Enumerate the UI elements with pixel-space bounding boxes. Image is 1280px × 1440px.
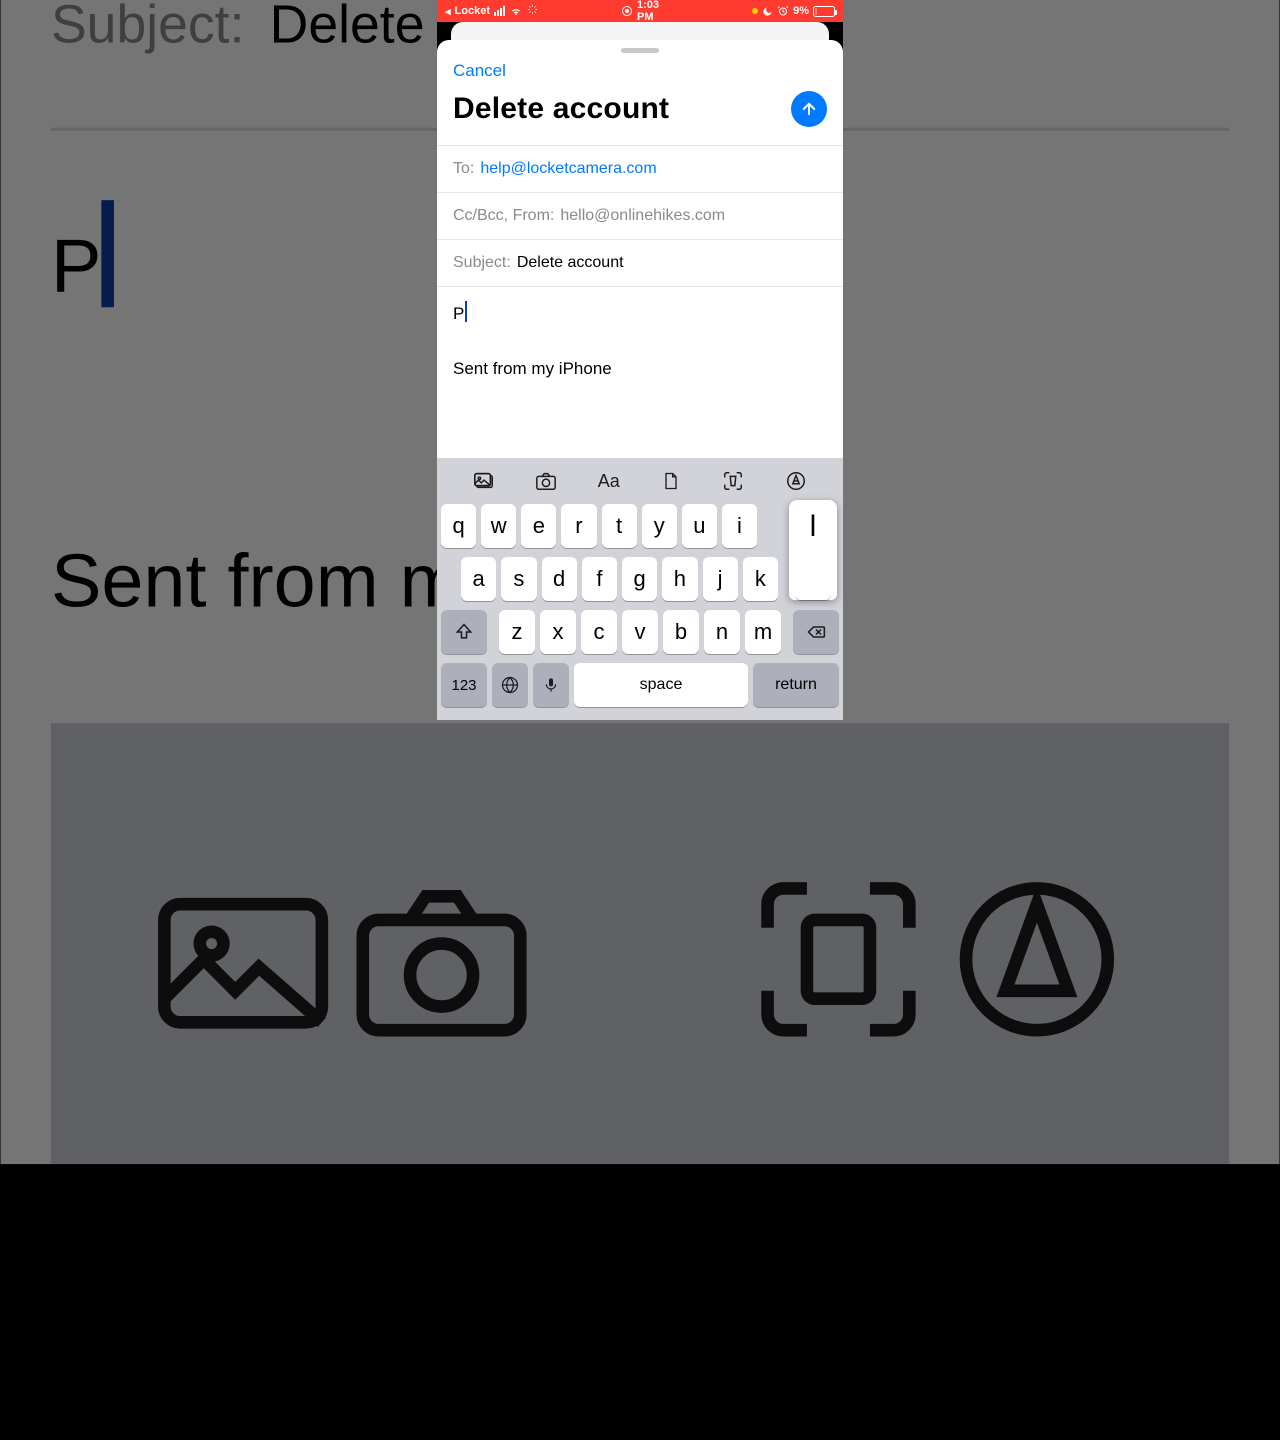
do-not-disturb-icon bbox=[762, 6, 773, 17]
compose-sheet: Cancel Delete account To: help@locketcam… bbox=[437, 40, 843, 720]
cc-label: Cc/Bcc, From: bbox=[453, 207, 554, 225]
key-w[interactable]: w bbox=[481, 504, 516, 548]
key-d[interactable]: d bbox=[542, 557, 577, 601]
backspace-icon bbox=[805, 622, 827, 642]
globe-icon bbox=[500, 675, 520, 695]
key-x[interactable]: x bbox=[540, 610, 576, 654]
privacy-indicator-icon bbox=[752, 8, 758, 14]
subject-value[interactable]: Delete account bbox=[517, 254, 624, 272]
key-r[interactable]: r bbox=[561, 504, 596, 548]
phone-frame: ◂ Locket 1:03 PM bbox=[437, 0, 843, 720]
photos-icon[interactable] bbox=[471, 470, 497, 492]
text-format-icon[interactable]: Aa bbox=[596, 470, 622, 492]
keyboard: Aa qwertyui asdfghjk zxcvbnm bbox=[437, 458, 843, 720]
key-popup-letter: l bbox=[810, 500, 817, 562]
microphone-icon bbox=[543, 675, 559, 695]
key-s[interactable]: s bbox=[501, 557, 536, 601]
scan-icon bbox=[743, 865, 932, 1023]
key-k[interactable]: k bbox=[743, 557, 778, 601]
key-n[interactable]: n bbox=[704, 610, 740, 654]
key-h[interactable]: h bbox=[662, 557, 697, 601]
to-field[interactable]: To: help@locketcamera.com bbox=[437, 145, 843, 192]
text-cursor bbox=[465, 301, 467, 322]
send-button[interactable] bbox=[791, 91, 827, 127]
status-bar: ◂ Locket 1:03 PM bbox=[437, 0, 843, 22]
cc-bcc-from-field[interactable]: Cc/Bcc, From: hello@onlinehikes.com bbox=[437, 192, 843, 239]
globe-key[interactable] bbox=[492, 663, 528, 707]
cancel-button[interactable]: Cancel bbox=[453, 61, 506, 81]
key-press-popup: l bbox=[789, 500, 837, 600]
key-g[interactable]: g bbox=[622, 557, 657, 601]
keyboard-toolbar: Aa bbox=[441, 464, 839, 504]
key-t[interactable]: t bbox=[602, 504, 637, 548]
body-text: P bbox=[453, 304, 464, 323]
network-activity-icon bbox=[527, 4, 538, 18]
camera-icon bbox=[348, 865, 537, 1023]
from-value: hello@onlinehikes.com bbox=[560, 207, 725, 225]
markup-icon[interactable] bbox=[783, 470, 809, 492]
battery-icon bbox=[813, 6, 835, 17]
wifi-icon bbox=[509, 6, 523, 17]
key-u[interactable]: u bbox=[682, 504, 717, 548]
camera-icon[interactable] bbox=[533, 470, 559, 492]
key-m[interactable]: m bbox=[745, 610, 781, 654]
screen-recording-icon bbox=[621, 5, 633, 17]
background-card-peek bbox=[437, 22, 843, 36]
photos-icon bbox=[150, 865, 339, 1023]
battery-percent: 9% bbox=[793, 5, 809, 17]
markup-icon bbox=[941, 865, 1130, 1023]
to-label: To: bbox=[453, 160, 474, 178]
subject-label: Subject: bbox=[453, 254, 511, 272]
key-e[interactable]: e bbox=[521, 504, 556, 548]
shift-key[interactable] bbox=[441, 610, 487, 654]
compose-title: Delete account bbox=[453, 92, 669, 126]
message-body[interactable]: P Sent from my iPhone bbox=[437, 287, 843, 458]
clock-time: 1:03 PM bbox=[637, 0, 659, 23]
numbers-key[interactable]: 123 bbox=[441, 663, 487, 707]
key-v[interactable]: v bbox=[622, 610, 658, 654]
dictation-key[interactable] bbox=[533, 663, 569, 707]
return-key[interactable]: return bbox=[753, 663, 839, 707]
key-y[interactable]: y bbox=[642, 504, 677, 548]
document-icon[interactable] bbox=[658, 470, 684, 492]
space-key[interactable]: space bbox=[574, 663, 748, 707]
signature-text: Sent from my iPhone bbox=[453, 357, 827, 382]
key-i[interactable]: i bbox=[722, 504, 757, 548]
key-a[interactable]: a bbox=[461, 557, 496, 601]
key-f[interactable]: f bbox=[582, 557, 617, 601]
alarm-icon bbox=[777, 5, 789, 17]
key-j[interactable]: j bbox=[703, 557, 738, 601]
backspace-key[interactable] bbox=[793, 610, 839, 654]
shift-icon bbox=[454, 622, 474, 642]
key-q[interactable]: q bbox=[441, 504, 476, 548]
to-value[interactable]: help@locketcamera.com bbox=[480, 160, 656, 178]
key-z[interactable]: z bbox=[499, 610, 535, 654]
subject-field[interactable]: Subject: Delete account bbox=[437, 239, 843, 287]
cellular-signal-icon bbox=[494, 6, 505, 16]
arrow-up-icon bbox=[800, 100, 818, 118]
back-to-app-chevron-icon[interactable]: ◂ bbox=[445, 5, 451, 18]
back-to-app-label[interactable]: Locket bbox=[455, 5, 490, 17]
key-c[interactable]: c bbox=[581, 610, 617, 654]
key-b[interactable]: b bbox=[663, 610, 699, 654]
scan-document-icon[interactable] bbox=[720, 470, 746, 492]
